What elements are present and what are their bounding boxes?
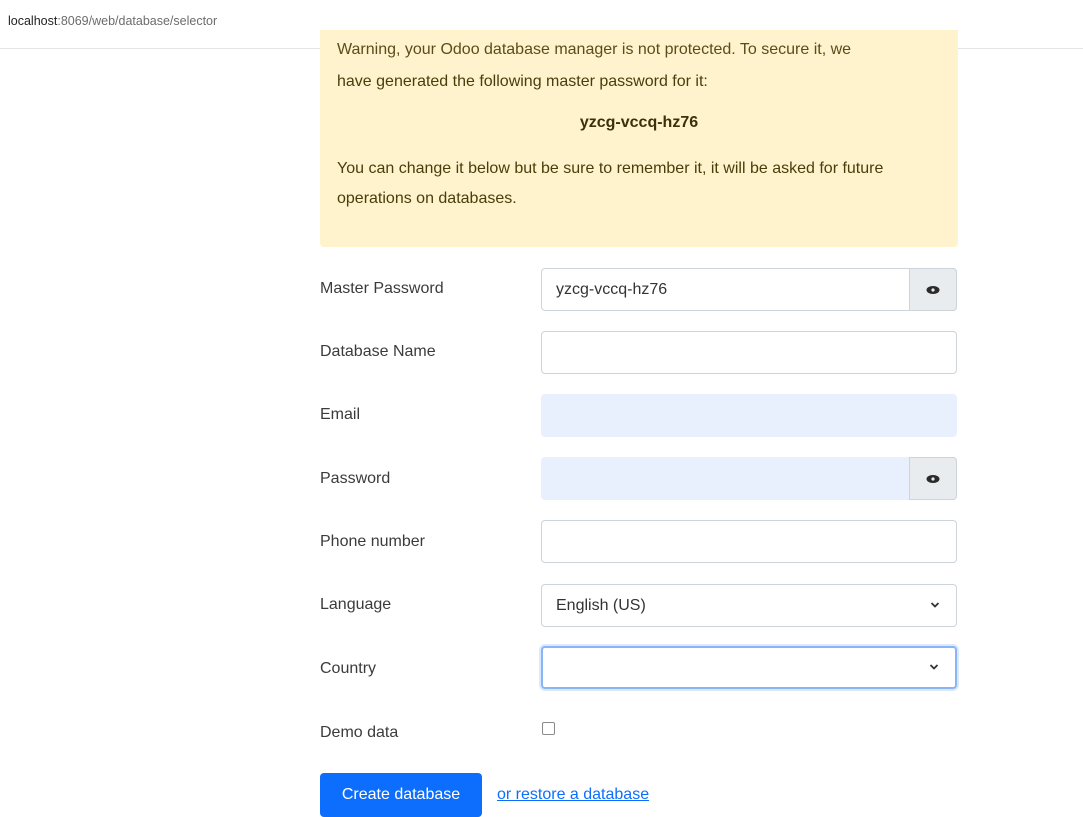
demo-data-checkbox[interactable] (542, 722, 555, 735)
restore-database-link[interactable]: or restore a database (497, 786, 649, 804)
database-name-input[interactable] (541, 331, 957, 374)
url-text[interactable]: localhost:8069/web/database/selector (8, 14, 217, 28)
master-password-input[interactable]: yzcg-vccq-hz76 (541, 268, 957, 311)
master-password-label: Master Password (320, 280, 444, 297)
alert-note: You can change it below but be sure to r… (337, 160, 884, 207)
chevron-down-icon (929, 664, 939, 670)
alert-intro: have generated the following master pass… (337, 73, 708, 90)
phone-label: Phone number (320, 533, 425, 550)
password-reveal-button[interactable] (909, 457, 957, 500)
password-label: Password (320, 470, 391, 487)
language-value: English (US) (556, 597, 646, 614)
url-host: localhost (8, 14, 58, 28)
eye-icon (926, 474, 940, 483)
database-name-label: Database Name (320, 343, 436, 360)
url-path: :8069/web/database/selector (57, 14, 218, 28)
country-label: Country (320, 660, 377, 677)
eye-icon (926, 285, 940, 294)
email-input[interactable] (541, 394, 957, 437)
master-password-value: yzcg-vccq-hz76 (556, 281, 668, 298)
country-select[interactable] (541, 646, 957, 689)
alert-cut-line: Warning, your Odoo database manager is n… (337, 41, 852, 58)
password-input[interactable] (541, 457, 957, 500)
demo-data-label: Demo data (320, 724, 399, 741)
generated-password: yzcg-vccq-hz76 (579, 114, 699, 131)
create-database-button[interactable]: Create database (320, 773, 482, 817)
chevron-down-icon (930, 602, 940, 608)
language-label: Language (320, 596, 392, 613)
language-select[interactable]: English (US) (541, 584, 957, 627)
master-password-reveal-button[interactable] (909, 268, 957, 311)
email-label: Email (320, 406, 361, 423)
phone-input[interactable] (541, 520, 957, 563)
warning-alert: Warning, your Odoo database manager is n… (320, 30, 958, 247)
